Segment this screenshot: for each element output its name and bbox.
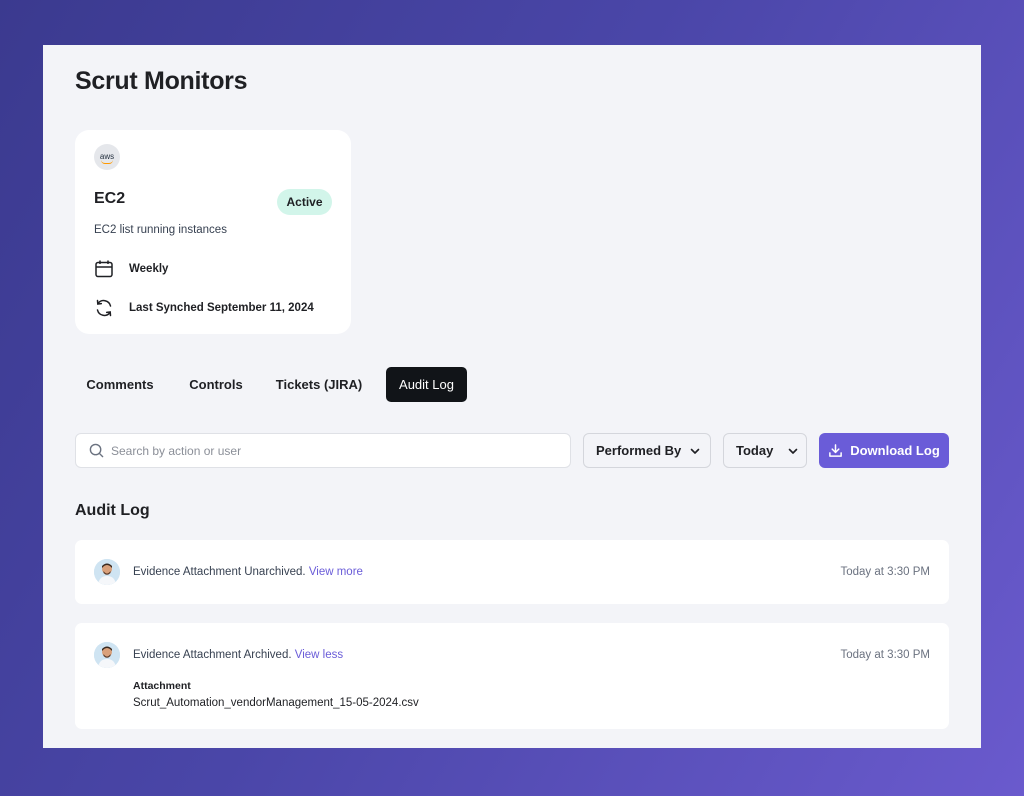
search-box[interactable] [75, 433, 571, 468]
log-entry-message: Evidence Attachment Archived. [133, 649, 292, 661]
chevron-down-icon [787, 445, 799, 457]
attachment-label: Attachment [133, 680, 191, 692]
main-panel: Scrut Monitors aws EC2 Active EC2 list r… [43, 45, 981, 748]
frequency-row: Weekly [94, 259, 168, 279]
page-title: Scrut Monitors [75, 67, 248, 95]
log-entry-time: Today at 3:30 PM [840, 566, 931, 578]
tab-controls[interactable]: Controls [183, 367, 249, 402]
sync-icon [94, 298, 114, 318]
performed-by-label: Performed By [596, 443, 682, 458]
audit-log-entry: Evidence Attachment Archived. View less … [75, 623, 949, 729]
chevron-down-icon [689, 445, 701, 457]
attachment-filename[interactable]: Scrut_Automation_vendorManagement_15-05-… [133, 697, 419, 709]
aws-logo: aws [94, 144, 120, 170]
tab-tickets-jira[interactable]: Tickets (JIRA) [271, 367, 367, 402]
monitor-description: EC2 list running instances [94, 224, 227, 236]
status-badge: Active [277, 189, 332, 215]
date-filter-label: Today [736, 443, 774, 458]
calendar-icon [94, 259, 114, 279]
view-more-link[interactable]: View more [309, 566, 363, 578]
date-filter-dropdown[interactable]: Today [723, 433, 807, 468]
log-entry-text: Evidence Attachment Archived. View less [133, 649, 343, 661]
download-log-button[interactable]: Download Log [819, 433, 949, 468]
user-avatar [94, 642, 120, 668]
audit-log-entry: Evidence Attachment Unarchived. View mor… [75, 540, 949, 604]
performed-by-dropdown[interactable]: Performed By [583, 433, 711, 468]
log-entry-text: Evidence Attachment Unarchived. View mor… [133, 566, 363, 578]
tab-audit-log[interactable]: Audit Log [386, 367, 467, 402]
monitor-card: aws EC2 Active EC2 list running instance… [75, 130, 351, 334]
view-less-link[interactable]: View less [295, 649, 343, 661]
aws-logo-smile [101, 160, 113, 164]
last-synced-row: Last Synched September 11, 2024 [94, 298, 314, 318]
search-input[interactable] [111, 443, 551, 458]
log-entry-message: Evidence Attachment Unarchived. [133, 566, 306, 578]
last-synced-label: Last Synched September 11, 2024 [129, 302, 314, 314]
monitor-name: EC2 [94, 190, 126, 207]
user-avatar [94, 559, 120, 585]
log-entry-time: Today at 3:30 PM [840, 649, 931, 661]
audit-log-heading: Audit Log [75, 502, 150, 519]
download-icon [828, 443, 843, 458]
search-icon [89, 443, 104, 458]
download-log-label: Download Log [850, 443, 940, 458]
tab-comments[interactable]: Comments [77, 367, 163, 402]
frequency-label: Weekly [129, 263, 169, 275]
